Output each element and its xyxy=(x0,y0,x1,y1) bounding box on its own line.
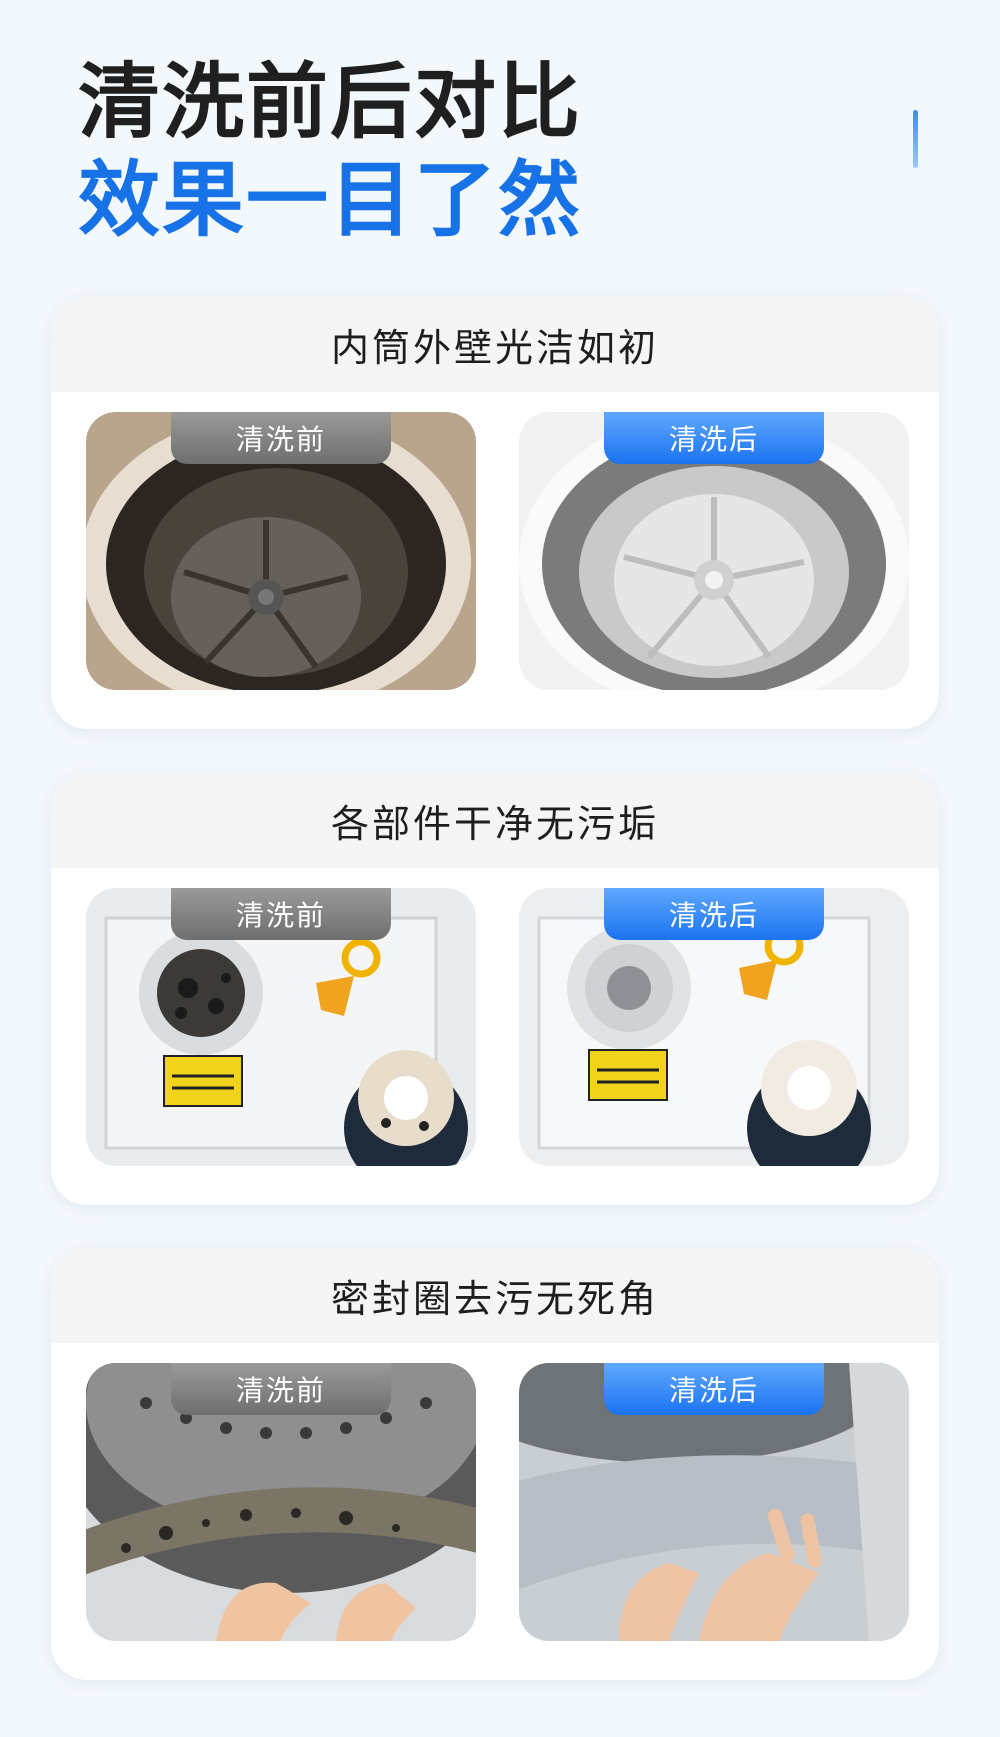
before-badge: 清洗前 xyxy=(171,1363,391,1415)
after-photo-components: 清洗后 xyxy=(519,888,909,1166)
comparison-card-drum: 内筒外壁光洁如初 清洗前 清洗后 xyxy=(51,297,939,729)
comparison-card-components: 各部件干净无污垢 清洗前 清洗后 xyxy=(51,773,939,1205)
comparison-card-seal: 密封圈去污无死角 清洗前 清洗后 xyxy=(51,1248,939,1680)
page-title: 清洗前后对比 xyxy=(78,55,583,150)
card-title: 密封圈去污无死角 xyxy=(51,1248,939,1343)
card-title: 各部件干净无污垢 xyxy=(51,773,939,868)
before-photo-drum: 清洗前 xyxy=(86,412,476,690)
after-photo-drum: 清洗后 xyxy=(519,412,909,690)
before-photo-components: 清洗前 xyxy=(86,888,476,1166)
after-badge: 清洗后 xyxy=(604,888,824,940)
after-photo-seal: 清洗后 xyxy=(519,1363,909,1641)
after-badge: 清洗后 xyxy=(604,412,824,464)
before-photo-seal: 清洗前 xyxy=(86,1363,476,1641)
after-badge: 清洗后 xyxy=(604,1363,824,1415)
accent-mark xyxy=(913,110,918,168)
page: 清洗前后对比 效果一目了然 内筒外壁光洁如初 清洗前 清洗后 各部件干净无污垢 … xyxy=(0,0,1000,1737)
before-badge: 清洗前 xyxy=(171,888,391,940)
before-badge: 清洗前 xyxy=(171,412,391,464)
card-title: 内筒外壁光洁如初 xyxy=(51,297,939,392)
page-subtitle: 效果一目了然 xyxy=(78,153,583,248)
